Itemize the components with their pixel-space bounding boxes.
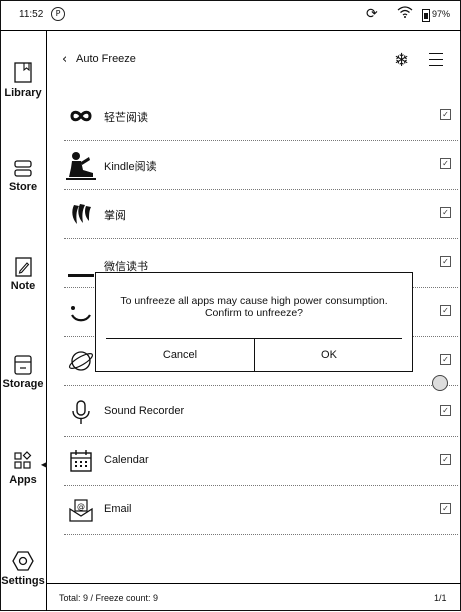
store-icon [14, 160, 32, 177]
microphone-icon [72, 400, 90, 424]
freeze-checkbox[interactable]: ✓ [440, 454, 451, 465]
sync-icon: ⟳ [366, 6, 378, 22]
wifi-icon [397, 6, 413, 22]
sidebar-item-note[interactable]: Note [0, 256, 46, 292]
status-time: 11:52 [19, 9, 44, 20]
app-row[interactable]: Sound Recorder ✓ [64, 387, 458, 437]
freeze-checkbox[interactable]: ✓ [440, 354, 451, 365]
sidebar-item-storage[interactable]: Storage [0, 354, 46, 390]
scroll-handle[interactable] [432, 375, 448, 391]
freeze-summary: Total: 9 / Freeze count: 9 [59, 593, 159, 603]
app-name: Sound Recorder [104, 405, 185, 417]
cancel-button[interactable]: Cancel [106, 339, 254, 371]
library-icon [14, 62, 32, 83]
ireader-icon [72, 204, 91, 224]
sidebar-item-label: Apps [9, 474, 37, 486]
sidebar-item-label: Store [8, 181, 38, 193]
storage-icon [14, 355, 32, 375]
sidebar-item-label: Library [4, 87, 42, 99]
app-name: Calendar [104, 454, 149, 466]
sidebar-item-label: Storage [2, 378, 44, 390]
freeze-checkbox[interactable]: ✓ [440, 109, 451, 120]
dialog-message: To unfreeze all apps may cause high powe… [120, 295, 388, 319]
app-row[interactable]: @ Email ✓ [64, 485, 458, 535]
calendar-icon [70, 450, 92, 472]
smiley-icon [71, 306, 91, 322]
app-name: 轻芒阅读 [104, 112, 148, 124]
app-row[interactable]: 轻芒阅读 ✓ [64, 91, 458, 141]
sidebar-item-settings[interactable]: Settings [0, 549, 46, 587]
snowflake-icon[interactable]: ❄ [394, 50, 409, 71]
page-title: Auto Freeze [76, 53, 136, 65]
sidebar-item-store[interactable]: Store [0, 159, 46, 193]
app-row[interactable]: 掌阅 ✓ [64, 189, 458, 239]
freeze-checkbox[interactable]: ✓ [440, 207, 451, 218]
active-indicator-icon: ◀ [40, 460, 47, 469]
app-name: Email [104, 503, 132, 515]
kindle-icon [66, 152, 96, 180]
freeze-checkbox[interactable]: ✓ [440, 503, 451, 514]
app-name: 掌阅 [104, 210, 126, 222]
freeze-checkbox[interactable]: ✓ [440, 256, 451, 267]
sidebar: Library Store Note Storage ◀ Apps Settin… [0, 31, 47, 611]
freeze-checkbox[interactable]: ✓ [440, 305, 451, 316]
unfreeze-confirm-dialog: To unfreeze all apps may cause high powe… [95, 272, 413, 372]
freeze-checkbox[interactable]: ✓ [440, 158, 451, 169]
menu-icon[interactable] [429, 53, 443, 71]
email-icon: @ [69, 499, 93, 522]
settings-icon [12, 551, 34, 571]
freeze-checkbox[interactable]: ✓ [440, 405, 451, 416]
battery-percent: 97% [432, 9, 451, 19]
notification-icon: P [51, 7, 65, 21]
sidebar-item-label: Settings [1, 575, 45, 587]
battery-icon [422, 9, 430, 22]
status-bar: 11:52 P ⟳ 97% [0, 0, 461, 31]
ok-button[interactable]: OK [254, 339, 403, 371]
sidebar-item-label: Note [10, 280, 36, 292]
sidebar-item-library[interactable]: Library [0, 61, 46, 99]
app-name: Kindle阅读 [104, 161, 157, 173]
footer: Total: 9 / Freeze count: 9 1/1 [47, 583, 461, 612]
sidebar-item-apps[interactable]: ◀ Apps [0, 450, 47, 486]
browser-icon [68, 351, 94, 371]
app-row[interactable]: Calendar ✓ [64, 436, 458, 486]
infinity-icon [70, 110, 92, 122]
apps-icon [14, 451, 32, 469]
app-row[interactable]: Kindle阅读 ✓ [64, 140, 458, 190]
note-icon [15, 257, 32, 277]
back-arrow-icon[interactable]: ‹ [62, 52, 67, 67]
page-indicator[interactable]: 1/1 [434, 593, 447, 603]
svg-text:@: @ [77, 502, 85, 511]
